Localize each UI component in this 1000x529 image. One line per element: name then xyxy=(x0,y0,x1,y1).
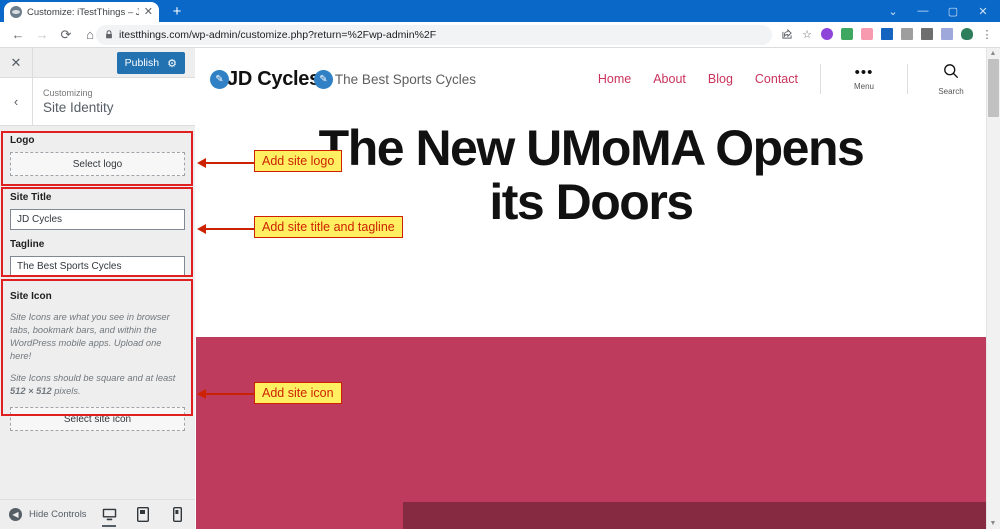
customizer-breadcrumb: ‹ Customizing Site Identity xyxy=(0,78,195,126)
arrow-line-title xyxy=(205,228,255,230)
extension-icon-3[interactable] xyxy=(858,25,876,43)
site-preview: ✎ JD Cycles ✎ The Best Sports Cycles Hom… xyxy=(196,48,1000,529)
site-icon-help-2-pre: Site Icons should be square and at least xyxy=(10,373,176,383)
mobile-icon[interactable] xyxy=(167,503,187,527)
menu-button[interactable]: ••• Menu xyxy=(843,64,885,91)
tagline-input[interactable] xyxy=(10,256,185,277)
site-icon-help-2-bold: 512 × 512 xyxy=(10,386,52,396)
extension-icon-1[interactable] xyxy=(818,25,836,43)
search-button[interactable]: Search xyxy=(930,63,972,96)
extension-icon-2[interactable] xyxy=(838,25,856,43)
desktop-icon[interactable] xyxy=(99,503,119,527)
site-icon-label: Site Icon xyxy=(10,291,52,302)
publish-label: Publish xyxy=(124,57,160,69)
logo-label: Logo xyxy=(10,135,35,146)
back-to-panels-button[interactable]: ‹ xyxy=(0,78,33,125)
scroll-down-arrow-icon[interactable]: ▼ xyxy=(988,520,998,527)
bookmark-star-icon[interactable]: ☆ xyxy=(798,25,816,43)
lock-icon xyxy=(105,29,113,41)
site-title-label: Site Title xyxy=(10,192,52,203)
nav-divider-2 xyxy=(907,64,908,94)
arrow-line-icon xyxy=(205,393,255,395)
extension-icon-5[interactable] xyxy=(898,25,916,43)
extension-icon-6[interactable] xyxy=(918,25,936,43)
toolbar-actions: ☆ ⋮ xyxy=(778,25,996,43)
page-title: Site Identity xyxy=(43,100,114,115)
callout-add-site-icon: Add site icon xyxy=(254,382,342,404)
hide-controls-button[interactable]: ◀ Hide Controls xyxy=(9,508,87,521)
ellipsis-icon: ••• xyxy=(854,64,874,81)
close-customizer-button[interactable]: ✕ xyxy=(0,48,33,77)
preview-scroll-thumb[interactable] xyxy=(988,59,999,117)
hero-heading: The New UMoMA Opens its Doors xyxy=(196,121,986,229)
site-header: ✎ JD Cycles ✎ The Best Sports Cycles Hom… xyxy=(196,48,986,110)
tagline-label: Tagline xyxy=(10,239,45,250)
hide-controls-label: Hide Controls xyxy=(29,509,87,520)
collapse-icon: ◀ xyxy=(9,508,22,521)
edit-pencil-icon-logo[interactable]: ✎ xyxy=(210,69,229,89)
preview-site-title: JD Cycles xyxy=(227,67,320,90)
url-text: itestthings.com/wp-admin/customize.php?r… xyxy=(119,29,437,41)
nav-link-blog[interactable]: Blog xyxy=(708,72,733,86)
site-branding: ✎ JD Cycles ✎ The Best Sports Cycles xyxy=(210,68,476,91)
callout-add-site-logo: Add site logo xyxy=(254,150,343,172)
window-close-button[interactable]: ✕ xyxy=(968,0,998,22)
publish-button[interactable]: Publish ⚙ xyxy=(116,52,185,74)
share-icon[interactable] xyxy=(778,25,796,43)
new-tab-button[interactable]: + xyxy=(168,3,186,21)
globe-icon xyxy=(10,6,22,18)
edit-pencil-icon-tagline[interactable]: ✎ xyxy=(313,69,333,89)
browser-tab[interactable]: Customize: iTestThings – Just ano ✕ xyxy=(4,2,159,22)
search-icon xyxy=(943,63,959,84)
maximize-button[interactable]: ▢ xyxy=(938,0,968,22)
customizer-footer: ◀ Hide Controls xyxy=(0,499,195,529)
nav-link-contact[interactable]: Contact xyxy=(755,72,798,86)
extension-icon-4[interactable] xyxy=(878,25,896,43)
site-icon-help-1: Site Icons are what you see in browser t… xyxy=(10,312,170,361)
tab-title: Customize: iTestThings – Just ano xyxy=(27,6,139,18)
extension-icon-8[interactable] xyxy=(958,25,976,43)
nav-divider-1 xyxy=(820,64,821,94)
hero-inner-block xyxy=(403,502,986,529)
close-icon[interactable]: ✕ xyxy=(144,6,153,18)
preview-site-tagline: The Best Sports Cycles xyxy=(334,71,476,87)
device-preview-switcher xyxy=(99,503,187,527)
back-icon[interactable]: ← xyxy=(6,23,30,47)
site-icon-help-2-post: pixels. xyxy=(51,386,81,396)
select-site-icon-button[interactable]: Select site icon xyxy=(10,407,185,431)
site-nav: Home About Blog Contact ••• Menu Search xyxy=(576,63,972,96)
tab-search-icon[interactable]: ⌄ xyxy=(878,0,908,22)
browser-toolbar: ← → ⟳ ⌂ itestthings.com/wp-admin/customi… xyxy=(0,22,1000,48)
hero-color-band xyxy=(196,337,986,529)
search-button-label: Search xyxy=(938,86,964,96)
preview-scrollbar[interactable]: ▲ ▼ xyxy=(986,48,1000,529)
nav-link-about[interactable]: About xyxy=(653,72,686,86)
window-controls: ⌄ — ▢ ✕ xyxy=(878,0,998,22)
site-icon-help-2: Site Icons should be square and at least… xyxy=(10,372,185,398)
browser-title-bar: Customize: iTestThings – Just ano ✕ + ⌄ … xyxy=(0,0,1000,22)
site-title-input[interactable] xyxy=(10,209,185,230)
minimize-button[interactable]: — xyxy=(908,0,938,22)
nav-link-home[interactable]: Home xyxy=(598,72,631,86)
callout-add-site-title-tagline: Add site title and tagline xyxy=(254,216,403,238)
browser-window: Customize: iTestThings – Just ano ✕ + ⌄ … xyxy=(0,0,1000,529)
gear-icon[interactable]: ⚙ xyxy=(167,57,177,70)
tablet-icon[interactable] xyxy=(133,503,153,527)
customizer-controls: Logo Select logo Site Title Tagline Site… xyxy=(0,126,195,529)
customizer-sidebar: ✕ Publish ⚙ ‹ Customizing Site Identity … xyxy=(0,48,195,529)
extension-icon-7[interactable] xyxy=(938,25,956,43)
forward-icon[interactable]: → xyxy=(30,23,54,47)
menu-button-label: Menu xyxy=(853,82,874,91)
site-title-section: Site Title Tagline xyxy=(0,186,195,285)
address-bar[interactable]: itestthings.com/wp-admin/customize.php?r… xyxy=(96,25,772,45)
breadcrumb-customizing-label: Customizing xyxy=(43,88,93,98)
scroll-up-arrow-icon[interactable]: ▲ xyxy=(988,50,998,57)
arrow-line-logo xyxy=(205,162,255,164)
reload-icon[interactable]: ⟳ xyxy=(54,23,78,47)
select-logo-button[interactable]: Select logo xyxy=(10,152,185,176)
chrome-menu-icon[interactable]: ⋮ xyxy=(978,25,996,43)
logo-section: Logo Select logo xyxy=(0,126,195,186)
customizer-header: ✕ Publish ⚙ xyxy=(0,48,195,78)
site-icon-section: Site Icon Site Icons are what you see in… xyxy=(0,285,195,441)
